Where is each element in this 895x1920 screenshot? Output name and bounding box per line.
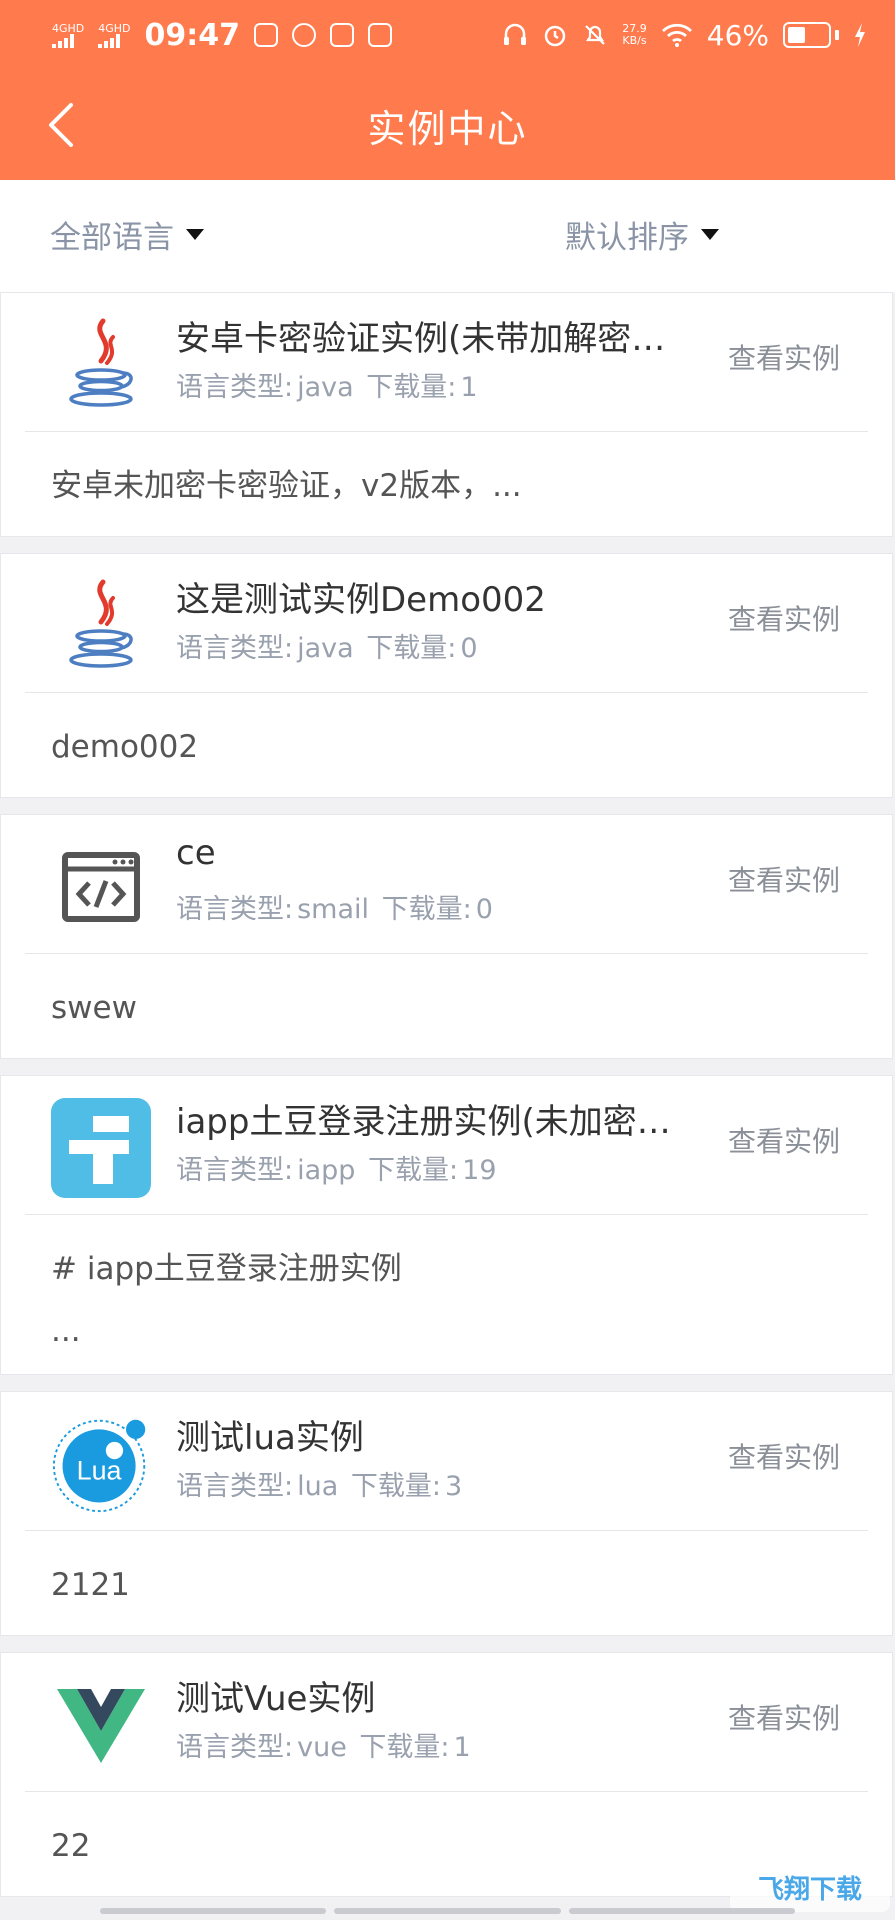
card-title: 测试Vue实例	[176, 1679, 376, 1719]
card-title: 这是测试实例Demo002	[176, 580, 546, 620]
card-meta: 语言类型: java 下载量: 0	[176, 633, 478, 664]
card-meta: 语言类型: java 下载量: 1	[176, 372, 478, 403]
view-example-button[interactable]: 查看实例	[728, 1697, 840, 1737]
status-time: 09:47	[144, 17, 241, 53]
card-title: 安卓卡密验证实例(未带加解密…	[176, 319, 666, 359]
card-downloads: 1	[460, 372, 478, 403]
java-icon	[51, 315, 151, 415]
iapp-icon	[51, 1098, 151, 1198]
dropdown-arrow-icon	[701, 229, 719, 240]
view-example-button[interactable]: 查看实例	[728, 1436, 840, 1476]
card-header: 安卓卡密验证实例(未带加解密… 语言类型: java 下载量: 1 查看实例	[1, 293, 892, 431]
app-header: 4GHD 4GHD 09:47 27.9 KB/s 46% 实例中心	[0, 0, 895, 180]
chat-notification-icon	[330, 23, 355, 47]
page-title: 实例中心	[367, 106, 528, 151]
headphones-icon	[504, 23, 527, 45]
card-title: ce	[176, 833, 216, 873]
view-example-button[interactable]: 查看实例	[728, 859, 840, 899]
card-meta: 语言类型: vue 下载量: 1	[176, 1732, 471, 1763]
signal-1-icon: 4GHD	[52, 23, 84, 48]
card-meta: 语言类型: iapp 下载量: 19	[176, 1155, 497, 1186]
back-button[interactable]	[30, 95, 90, 155]
card-header: Lua 测试lua实例 语言类型: lua 下载量: 3 查看实例	[1, 1392, 892, 1530]
example-card[interactable]: 测试Vue实例 语言类型: vue 下载量: 1 查看实例 22	[0, 1652, 893, 1897]
card-downloads: 1	[453, 1732, 471, 1763]
lua-icon: Lua	[51, 1414, 151, 1514]
network-type-1: 4GHD	[52, 21, 85, 35]
example-list: 安卓卡密验证实例(未带加解密… 语言类型: java 下载量: 1 查看实例 安卓未…	[0, 292, 895, 1913]
java-icon	[51, 576, 151, 676]
filter-bar: 全部语言 默认排序	[0, 180, 895, 292]
language-filter-label: 全部语言	[50, 220, 174, 256]
card-meta: 语言类型: lua 下载量: 3	[176, 1471, 463, 1502]
lua-icon-text: Lua	[77, 1455, 122, 1485]
back-arrow-icon	[49, 103, 73, 147]
vue-icon	[51, 1675, 151, 1775]
card-meta: 语言类型: smail 下载量: 0	[176, 894, 493, 925]
sort-filter-label: 默认排序	[565, 220, 689, 256]
divider	[25, 692, 868, 693]
card-downloads: 0	[475, 894, 493, 925]
language-filter-dropdown[interactable]: 全部语言	[50, 212, 204, 257]
network-type-2: 4GHD	[98, 21, 131, 35]
card-description: # iapp土豆登录注册实例 ...	[51, 1251, 402, 1349]
card-title: iapp土豆登录注册实例(未加密…	[176, 1102, 671, 1142]
example-card[interactable]: 这是测试实例Demo002 语言类型: java 下载量: 0 查看实例 demo0…	[0, 553, 893, 798]
card-header: iapp土豆登录注册实例(未加密… 语言类型: iapp 下载量: 19 查看实例	[1, 1076, 892, 1214]
mute-icon	[585, 25, 606, 45]
sort-filter-dropdown[interactable]: 默认排序	[565, 212, 719, 257]
divider	[25, 431, 868, 432]
charging-icon	[855, 23, 865, 47]
card-language: iapp	[297, 1155, 356, 1186]
card-language: smail	[297, 894, 370, 925]
status-left: 4GHD 4GHD 09:47	[52, 17, 393, 53]
view-example-button[interactable]: 查看实例	[728, 337, 840, 377]
card-header: 这是测试实例Demo002 语言类型: java 下载量: 0 查看实例	[1, 554, 892, 692]
battery-icon	[783, 22, 839, 48]
card-downloads: 3	[444, 1471, 463, 1502]
signal-2-icon: 4GHD	[98, 21, 131, 48]
card-header: ce 语言类型: smail 下载量: 0 查看实例	[1, 815, 892, 953]
example-card[interactable]: iapp土豆登录注册实例(未加密… 语言类型: iapp 下载量: 19 查看实例 …	[0, 1075, 893, 1375]
net-speed: 27.9 KB/s	[622, 22, 647, 47]
divider	[25, 1791, 868, 1792]
card-language: lua	[297, 1471, 339, 1502]
card-description: demo002	[51, 729, 199, 765]
status-right: 27.9 KB/s 46%	[502, 19, 867, 52]
wifi-icon	[661, 23, 692, 47]
example-card[interactable]: ce 语言类型: smail 下载量: 0 查看实例 swew	[0, 814, 893, 1059]
qq-notification-icon	[292, 23, 317, 47]
send-notification-icon	[368, 23, 393, 47]
divider	[25, 1530, 868, 1531]
example-card[interactable]: Lua 测试lua实例 语言类型: lua 下载量: 3 查看实例 2121	[0, 1391, 893, 1636]
card-header: 测试Vue实例 语言类型: vue 下载量: 1 查看实例	[1, 1653, 892, 1791]
card-title: 测试lua实例	[176, 1418, 364, 1458]
divider	[25, 1214, 868, 1215]
view-example-button[interactable]: 查看实例	[728, 1120, 840, 1160]
divider	[25, 953, 868, 954]
status-bar: 4GHD 4GHD 09:47 27.9 KB/s 46%	[0, 0, 895, 70]
battery-percent: 46%	[706, 18, 769, 52]
view-example-button[interactable]: 查看实例	[728, 598, 840, 638]
card-description: 2121	[51, 1567, 130, 1603]
example-card[interactable]: 安卓卡密验证实例(未带加解密… 语言类型: java 下载量: 1 查看实例 安卓未…	[0, 292, 893, 537]
app-notification-icon	[254, 23, 279, 47]
code-window-icon	[51, 837, 151, 937]
card-description: swew	[51, 990, 137, 1026]
card-language: vue	[297, 1732, 347, 1763]
card-language: java	[297, 633, 354, 664]
bottom-navigation-indicator	[100, 1908, 795, 1914]
card-language: java	[297, 372, 354, 403]
alarm-icon	[545, 25, 566, 47]
nav-bar: 实例中心	[0, 70, 895, 180]
card-description: 安卓未加密卡密验证，v2版本，...	[51, 468, 522, 504]
card-downloads: 0	[460, 633, 478, 664]
dropdown-arrow-icon	[186, 229, 204, 240]
card-downloads: 19	[462, 1155, 497, 1186]
watermark-logo: 飞翔下载	[730, 1862, 890, 1912]
